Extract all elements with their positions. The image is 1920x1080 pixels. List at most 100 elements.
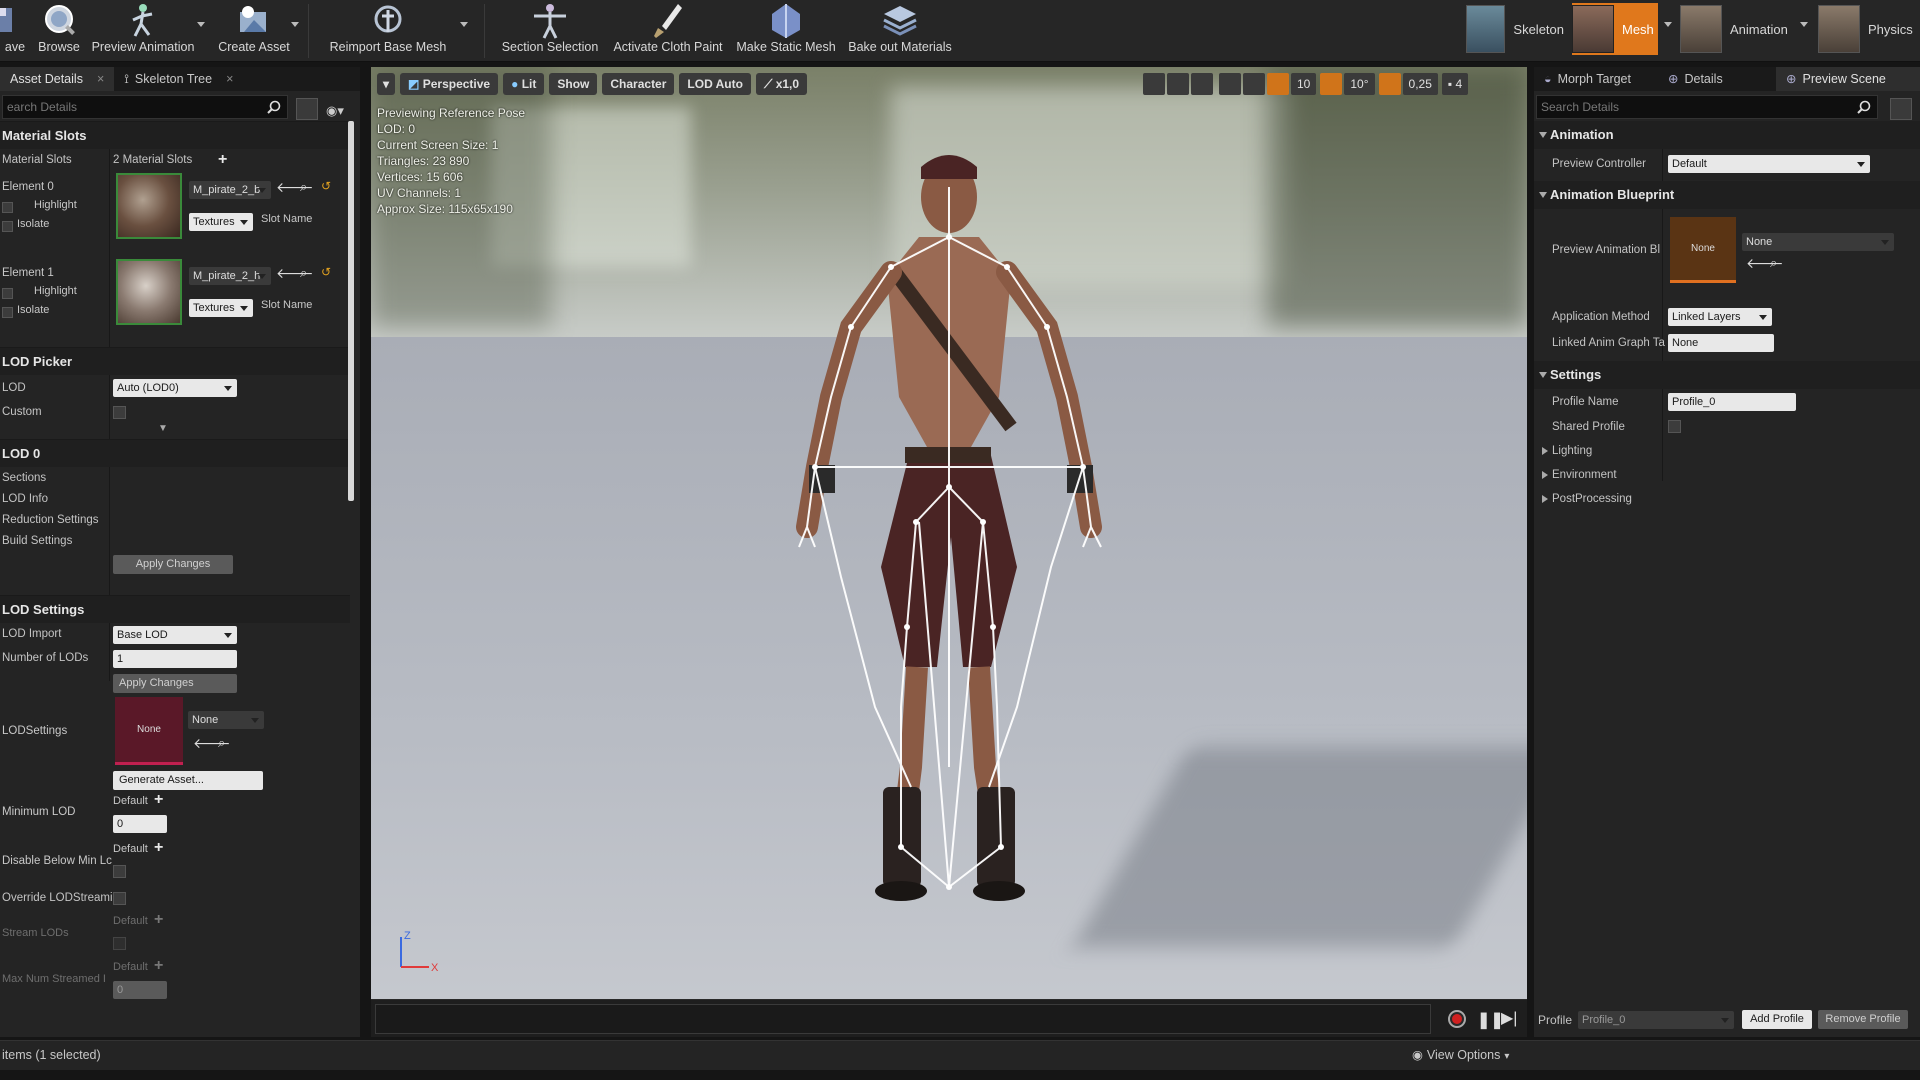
scale-snap-icon[interactable] xyxy=(1378,73,1401,95)
minimum-lod-field[interactable]: 0 xyxy=(113,815,167,833)
bake-out-materials-button[interactable]: Bake out Materials xyxy=(844,0,956,60)
anim-blueprint-thumbnail[interactable]: None xyxy=(1670,217,1736,283)
category-animation[interactable]: Animation xyxy=(1534,121,1920,149)
apply-changes-button-2[interactable]: Apply Changes xyxy=(113,674,237,693)
timeline-scrubber[interactable] xyxy=(375,1004,1431,1034)
character-button[interactable]: Character xyxy=(602,73,675,95)
activate-cloth-paint-button[interactable]: Activate Cloth Paint xyxy=(610,0,726,60)
use-selected-arrow-icon[interactable]: 🡐 xyxy=(276,265,314,282)
add-profile-button[interactable]: Add Profile xyxy=(1742,1010,1812,1029)
camera-speed-button[interactable]: ▪ 4 xyxy=(1441,73,1469,95)
reset-arrow-icon[interactable]: ↺ xyxy=(321,265,331,279)
textures-dropdown[interactable]: Textures xyxy=(189,213,253,231)
material-select[interactable]: M_pirate_2_h xyxy=(189,267,271,285)
use-selected-arrow-icon[interactable]: 🡐 xyxy=(276,179,314,196)
material-thumbnail[interactable] xyxy=(116,259,182,325)
mode-skeleton[interactable]: Skeleton xyxy=(1466,3,1564,55)
disable-below-min-checkbox[interactable] xyxy=(113,865,126,878)
browse-button[interactable]: Browse xyxy=(36,0,82,60)
tab-details[interactable]: ⊕ Details xyxy=(1658,67,1776,91)
linked-anim-graph-field[interactable]: None xyxy=(1668,334,1774,352)
mode-animation[interactable]: Animation xyxy=(1680,3,1796,55)
tab-preview-scene[interactable]: ⊕ Preview Scene xyxy=(1776,67,1920,91)
postprocessing-group[interactable]: PostProcessing xyxy=(1552,488,1632,510)
create-asset-dropdown[interactable] xyxy=(291,22,299,27)
preview-anim-blueprint-select[interactable]: None xyxy=(1742,233,1894,251)
expand-arrow-icon[interactable] xyxy=(1542,447,1548,455)
expand-chevron-icon[interactable]: ▼ xyxy=(158,423,168,434)
lod-import-select[interactable]: Base LOD xyxy=(113,626,237,644)
close-tab-icon[interactable]: × xyxy=(226,72,233,86)
mode-physics[interactable]: Physics xyxy=(1818,3,1920,55)
browse-magnifier-icon[interactable]: ⌕ xyxy=(300,265,307,281)
preview-controller-select[interactable]: Default xyxy=(1668,155,1870,173)
preview-animation-dropdown[interactable] xyxy=(197,22,205,27)
lodsettings-select[interactable]: None xyxy=(188,711,264,729)
pause-button[interactable]: ❚❚ xyxy=(1477,1010,1504,1030)
grid-snap-value[interactable]: 10 xyxy=(1291,73,1317,95)
isolate-checkbox[interactable] xyxy=(2,221,13,232)
left-panel-scrollbar[interactable] xyxy=(348,121,354,501)
material-thumbnail[interactable] xyxy=(116,173,182,239)
lod-select[interactable]: Auto (LOD0) xyxy=(113,379,237,397)
mode-animation-dropdown[interactable] xyxy=(1800,22,1808,27)
lod0-reduction-settings[interactable]: Reduction Settings xyxy=(2,509,99,531)
scale-icon[interactable] xyxy=(1191,73,1213,95)
custom-lod-checkbox[interactable] xyxy=(113,406,126,419)
show-button[interactable]: Show xyxy=(549,73,598,95)
lod-auto-button[interactable]: LOD Auto xyxy=(679,73,751,95)
rotate-icon[interactable] xyxy=(1167,73,1189,95)
application-method-select[interactable]: Linked Layers xyxy=(1668,308,1772,326)
lod0-info[interactable]: LOD Info xyxy=(2,488,48,510)
category-lod-picker[interactable]: LOD Picker xyxy=(0,347,350,375)
lod0-sections[interactable]: Sections xyxy=(2,467,46,489)
lod0-build-settings[interactable]: Build Settings xyxy=(2,530,72,552)
tab-asset-details[interactable]: Asset Details × xyxy=(0,67,115,91)
category-animation-blueprint[interactable]: Animation Blueprint xyxy=(1534,181,1920,209)
right-search-input[interactable]: Search Details xyxy=(1536,95,1878,119)
category-lod-settings[interactable]: LOD Settings xyxy=(0,595,350,623)
override-lod-streaming-checkbox[interactable] xyxy=(113,892,126,905)
reset-arrow-icon[interactable]: ↺ xyxy=(321,179,331,193)
profile-name-field[interactable]: Profile_0 xyxy=(1668,393,1796,411)
perspective-button[interactable]: ◩ Perspective xyxy=(400,73,499,95)
remove-profile-button[interactable]: Remove Profile xyxy=(1818,1010,1908,1029)
rotation-snap-value[interactable]: 10° xyxy=(1344,73,1375,95)
mode-mesh-dropdown[interactable] xyxy=(1664,22,1672,27)
view-options-button[interactable]: ◉ View Options ▾ xyxy=(1412,1047,1509,1062)
tab-skeleton-tree[interactable]: ⟟ Skeleton Tree × xyxy=(114,67,244,91)
add-platform-override-icon[interactable]: + xyxy=(154,791,163,809)
generate-asset-button[interactable]: Generate Asset... xyxy=(113,771,263,790)
pirate-character-mesh[interactable] xyxy=(371,67,1527,999)
lighting-group[interactable]: Lighting xyxy=(1552,440,1592,462)
world-local-icon[interactable] xyxy=(1219,73,1241,95)
search-input[interactable]: earch Details xyxy=(2,95,288,119)
reimport-dropdown[interactable] xyxy=(460,22,468,27)
translate-icon[interactable] xyxy=(1143,73,1165,95)
highlight-checkbox[interactable] xyxy=(2,288,13,299)
close-tab-icon[interactable]: × xyxy=(97,72,104,86)
create-asset-button[interactable]: Create Asset xyxy=(218,0,290,60)
shared-profile-checkbox[interactable] xyxy=(1668,420,1681,433)
use-selected-arrow-icon[interactable]: 🡐 xyxy=(1746,255,1784,272)
surface-snap-icon[interactable] xyxy=(1243,73,1265,95)
category-settings[interactable]: Settings xyxy=(1534,361,1920,389)
profile-select[interactable]: Profile_0 xyxy=(1578,1011,1734,1029)
textures-dropdown[interactable]: Textures xyxy=(189,299,253,317)
environment-group[interactable]: Environment xyxy=(1552,464,1617,486)
section-selection-button[interactable]: Section Selection xyxy=(502,0,598,60)
mode-mesh[interactable]: Mesh xyxy=(1572,3,1658,55)
apply-changes-button[interactable]: Apply Changes xyxy=(113,555,233,574)
make-static-mesh-button[interactable]: Make Static Mesh xyxy=(736,0,836,60)
expand-arrow-icon[interactable] xyxy=(1542,471,1548,479)
view-list-icon[interactable] xyxy=(1890,98,1912,120)
viewport-options-dropdown[interactable]: ▾ xyxy=(377,73,396,95)
step-forward-button[interactable]: ▶| xyxy=(1501,1008,1517,1028)
3d-viewport[interactable]: ▾ ◩ Perspective ● Lit Show Character LOD… xyxy=(371,67,1527,999)
grid-snap-icon[interactable] xyxy=(1267,73,1289,95)
browse-magnifier-icon[interactable]: ⌕ xyxy=(300,179,307,195)
record-button[interactable] xyxy=(1448,1010,1466,1028)
browse-magnifier-icon[interactable]: ⌕ xyxy=(218,735,225,751)
isolate-checkbox[interactable] xyxy=(2,307,13,318)
expand-arrow-icon[interactable] xyxy=(1542,495,1548,503)
